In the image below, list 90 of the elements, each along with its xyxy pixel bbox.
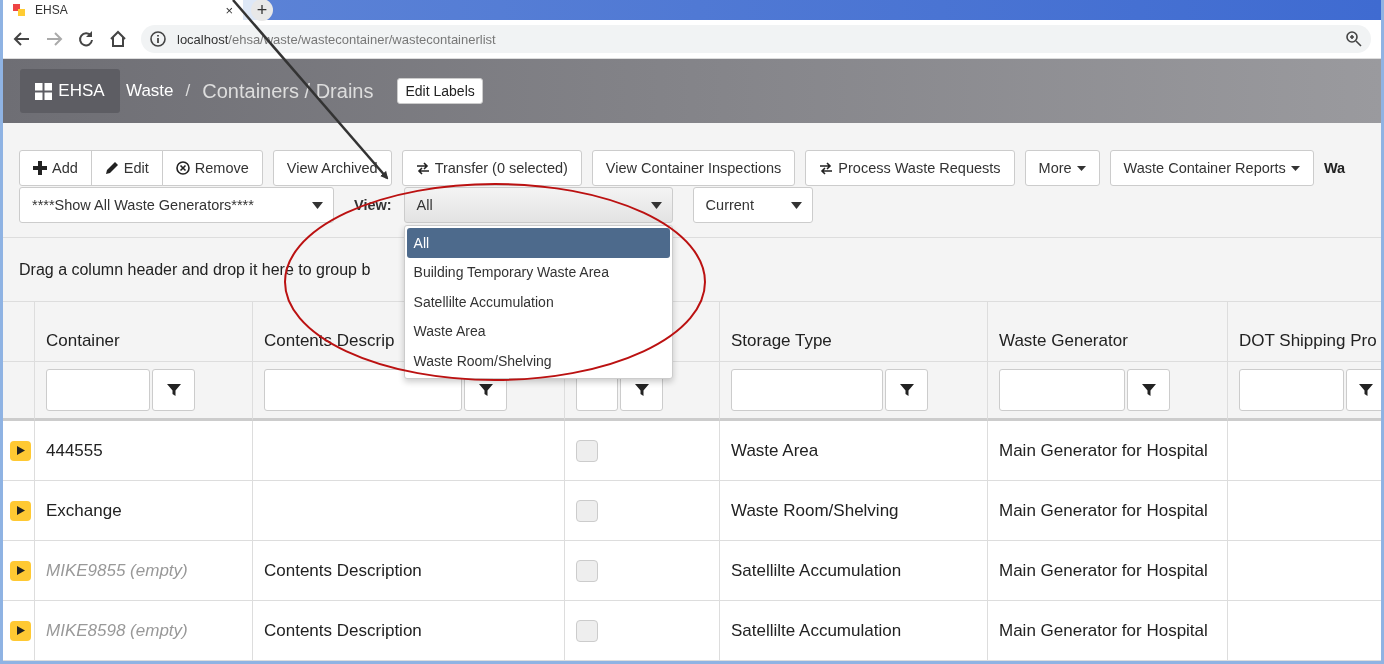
breadcrumb-link[interactable]: Waste [126,81,174,101]
filter-field[interactable] [1239,369,1344,411]
table-cell: Main Generator for Hospital [988,421,1228,481]
filter-button[interactable] [152,369,195,411]
back-icon[interactable] [13,30,31,48]
table-cell: MIKE8598 (empty) [35,601,253,661]
caret-icon [1076,165,1086,171]
toolbar-button[interactable]: Remove [161,150,263,186]
generator-select[interactable]: ****Show All Waste Generators**** [19,187,334,223]
table-cell: Contents Description [253,601,565,661]
table-cell: Satellilte Accumulation [720,601,988,661]
info-icon [149,30,167,48]
play-icon [16,446,25,455]
table-cell: Main Generator for Hospital [988,541,1228,601]
table-cell: MIKE9855 (empty) [35,541,253,601]
pencil-icon [104,161,119,175]
toolbar-button[interactable]: Transfer (0 selected) [401,150,582,186]
dropdown-arrow-icon [790,201,802,209]
period-select[interactable]: Current [692,187,813,223]
transfer-icon [415,161,430,175]
browser-tab[interactable]: EHSA × [3,0,243,20]
filter-button[interactable] [1127,369,1170,411]
transfer-icon [819,161,834,175]
dropdown-option[interactable]: Satellilte Accumulation [406,287,670,317]
filter-field[interactable] [999,369,1125,411]
dropdown-arrow-icon [650,201,662,209]
grid-icon [35,82,53,100]
favicon-icon [13,4,25,16]
tab-title: EHSA [35,3,69,17]
brand-logo[interactable]: EHSA [20,69,120,113]
table-cell: Satellilte Accumulation [720,541,988,601]
play-icon [16,626,25,635]
play-icon [16,566,25,575]
dropdown-option[interactable]: Building Temporary Waste Area [406,257,670,287]
play-icon [16,506,25,515]
column-header[interactable]: DOT Shipping Pro [1239,331,1377,351]
dropdown-button[interactable]: Waste Container Reports [1109,150,1314,186]
filter-icon [478,383,493,397]
filter-icon [166,383,181,397]
breadcrumb-separator: / [185,81,191,101]
expand-button[interactable] [10,560,31,581]
table-cell: Main Generator for Hospital [988,481,1228,541]
row-checkbox[interactable] [576,619,598,642]
dropdown-option[interactable]: Waste Room/Shelving [406,346,670,376]
plus-icon [33,161,47,175]
table-cell: Contents Description [253,541,565,601]
edit-labels-button[interactable]: Edit Labels [397,78,483,104]
column-header[interactable]: Waste Generator [999,331,1128,351]
row-checkbox[interactable] [576,499,598,522]
dropdown-option[interactable]: Waste Area [406,316,670,346]
home-icon[interactable] [109,30,127,48]
toolbar-button[interactable]: Edit [90,150,163,186]
expand-button[interactable] [10,620,31,641]
filter-button[interactable] [1345,369,1381,411]
table-cell: Exchange [35,481,253,541]
brand-name: EHSA [58,81,105,101]
row-checkbox[interactable] [576,439,598,462]
column-header[interactable]: Container [46,331,120,351]
filter-field[interactable] [264,369,462,411]
new-tab-button[interactable]: + [251,0,273,21]
filter-icon [1141,383,1156,397]
toolbar-button[interactable]: Add [19,150,92,186]
expand-button[interactable] [10,500,31,521]
filter-field[interactable] [731,369,883,411]
dropdown-option[interactable]: All [406,228,670,258]
zoom-icon[interactable] [1345,30,1363,48]
toolbar-label: Wa [1323,160,1346,176]
table-cell: 444555 [35,421,253,481]
expand-button[interactable] [10,440,31,461]
toolbar-button[interactable]: View Archived [272,150,392,186]
table-cell: Waste Room/Shelving [720,481,988,541]
table-cell: Waste Area [720,421,988,481]
dropdown-button[interactable]: More [1024,150,1100,186]
view-select[interactable]: All [403,187,673,223]
filter-icon [634,383,649,397]
filter-icon [899,383,914,397]
filter-field[interactable] [46,369,150,411]
remove-icon [175,161,190,175]
tab-close-button[interactable]: × [225,2,233,18]
filter-icon [1359,383,1374,397]
toolbar-button[interactable]: View Container Inspections [591,150,796,186]
column-header[interactable]: Storage Type [731,331,832,351]
filter-button[interactable] [885,369,928,411]
reload-icon[interactable] [77,30,95,48]
column-header[interactable]: Contents Descrip [264,331,395,351]
table-cell: Main Generator for Hospital [988,601,1228,661]
caret-icon [1290,165,1300,171]
toolbar-button[interactable]: Process Waste Requests [805,150,1015,186]
row-checkbox[interactable] [576,559,598,582]
dropdown-arrow-icon [312,201,323,209]
